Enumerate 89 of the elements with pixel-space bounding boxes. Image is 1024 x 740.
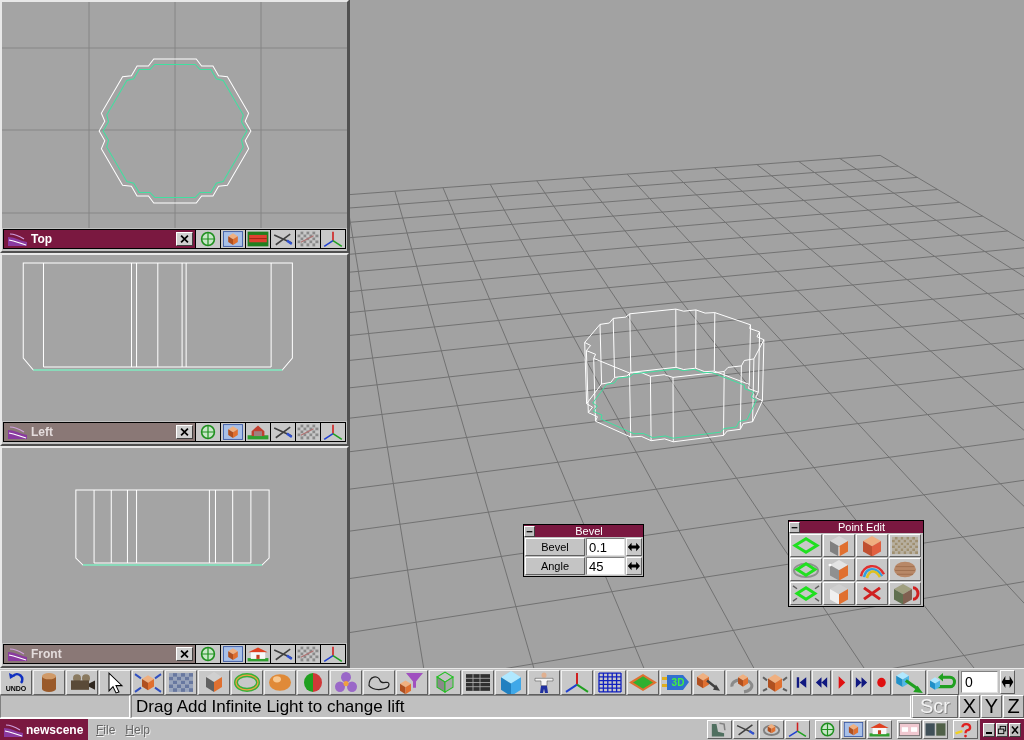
grid-icon[interactable]: [594, 669, 626, 695]
panel-title: Bevel: [574, 525, 604, 537]
polygon-ring-icon[interactable]: [790, 558, 822, 581]
minimize-icon[interactable]: [983, 722, 995, 737]
window-layout-icon[interactable]: [897, 720, 922, 739]
close-icon[interactable]: [176, 425, 193, 439]
z-axis-button[interactable]: Z: [1003, 695, 1024, 718]
close-icon[interactable]: [176, 232, 193, 246]
rewind-icon[interactable]: [812, 669, 831, 695]
cube-icon[interactable]: [495, 669, 527, 695]
status-message: Drag Add Infinite Light to change lift: [131, 695, 911, 718]
person-figure-icon[interactable]: [528, 669, 560, 695]
panels-icon[interactable]: [923, 720, 948, 739]
house-icon[interactable]: [246, 423, 270, 441]
cylinder-icon[interactable]: [33, 669, 65, 695]
move-cube-icon[interactable]: [132, 669, 164, 695]
restore-icon[interactable]: [996, 722, 1008, 737]
house-icon[interactable]: [867, 720, 892, 739]
minimize-icon[interactable]: [789, 521, 800, 533]
axes-icon[interactable]: [561, 669, 593, 695]
polygon-outline-icon[interactable]: [790, 534, 822, 557]
camera-icon[interactable]: [66, 669, 98, 695]
table-grid-icon[interactable]: [462, 669, 494, 695]
axes-icon[interactable]: [321, 645, 345, 663]
cube-icon[interactable]: [198, 669, 230, 695]
skip-to-start-icon[interactable]: [792, 669, 811, 695]
swoosh-icon: [3, 722, 23, 737]
globe-icon[interactable]: [815, 720, 840, 739]
crossed-tools-icon[interactable]: [271, 230, 295, 248]
cube-side-icon[interactable]: [823, 582, 855, 605]
plate-icon[interactable]: [627, 669, 659, 695]
panel-title: Point Edit: [836, 521, 887, 533]
axes-icon[interactable]: [321, 423, 345, 441]
checker-icon[interactable]: [296, 423, 320, 441]
viewport-title: Front: [31, 647, 63, 661]
parameter-field[interactable]: 45: [585, 557, 626, 575]
cube-face-icon[interactable]: [856, 534, 888, 557]
crossed-tools-icon[interactable]: [271, 645, 295, 663]
rotate-icon[interactable]: [726, 669, 758, 695]
cross-mark-icon[interactable]: [856, 582, 888, 605]
curve-outline-icon[interactable]: [363, 669, 395, 695]
parameter-label: Bevel: [525, 538, 585, 556]
cube-box-icon[interactable]: [221, 645, 245, 663]
cube-box-icon[interactable]: [841, 720, 866, 739]
arrow-cube-icon[interactable]: [892, 669, 926, 695]
y-axis-button[interactable]: Y: [981, 695, 1002, 718]
checker-icon[interactable]: [296, 230, 320, 248]
checker-square-icon[interactable]: [165, 669, 197, 695]
swoosh-icon: [7, 425, 27, 439]
viewport-title-bar[interactable]: Top: [4, 230, 195, 248]
cube-vertex-icon[interactable]: [823, 558, 855, 581]
scale-cube-icon[interactable]: [759, 669, 791, 695]
parameter-label: Angle: [525, 557, 585, 575]
viewport-title: Top: [31, 232, 54, 246]
outlined-cube-icon[interactable]: [429, 669, 461, 695]
magnet-cube-icon[interactable]: [889, 582, 921, 605]
torus-icon[interactable]: [231, 669, 263, 695]
trefoil-icon[interactable]: [330, 669, 362, 695]
record-icon[interactable]: [872, 669, 891, 695]
scene-tab[interactable]: newscene: [0, 719, 88, 740]
frame-field[interactable]: 0: [961, 671, 998, 693]
cube-edge-icon[interactable]: [823, 534, 855, 557]
viewport-title: Left: [31, 425, 54, 439]
parameter-field[interactable]: 0.1: [585, 538, 626, 556]
ring-cube-icon[interactable]: [759, 720, 784, 739]
cube-box-icon[interactable]: [221, 230, 245, 248]
boot-icon[interactable]: [707, 720, 732, 739]
house-icon[interactable]: [246, 645, 270, 663]
checker-icon[interactable]: [296, 645, 320, 663]
polygon-arrows-icon[interactable]: [790, 582, 822, 605]
swoosh-icon: [7, 647, 27, 661]
funnel-cube-icon[interactable]: [396, 669, 428, 695]
minimize-icon[interactable]: [524, 525, 535, 537]
swoosh-icon: [7, 232, 27, 246]
undo-arrow-icon: [6, 672, 26, 685]
axes-icon[interactable]: [321, 230, 345, 248]
texture-icon[interactable]: [889, 534, 921, 557]
play-icon[interactable]: [832, 669, 851, 695]
cube-box-icon[interactable]: [221, 423, 245, 441]
close-icon[interactable]: [1009, 722, 1021, 737]
close-icon[interactable]: [176, 647, 193, 661]
crossed-tools-icon[interactable]: [271, 423, 295, 441]
fast-forward-icon[interactable]: [852, 669, 871, 695]
roof-icon[interactable]: [246, 230, 270, 248]
x-axis-button[interactable]: X: [959, 695, 980, 718]
help-icon[interactable]: [953, 720, 978, 739]
crossed-tools-icon[interactable]: [733, 720, 758, 739]
rainbow-curve-icon[interactable]: [856, 558, 888, 581]
scene-name: newscene: [26, 722, 84, 737]
